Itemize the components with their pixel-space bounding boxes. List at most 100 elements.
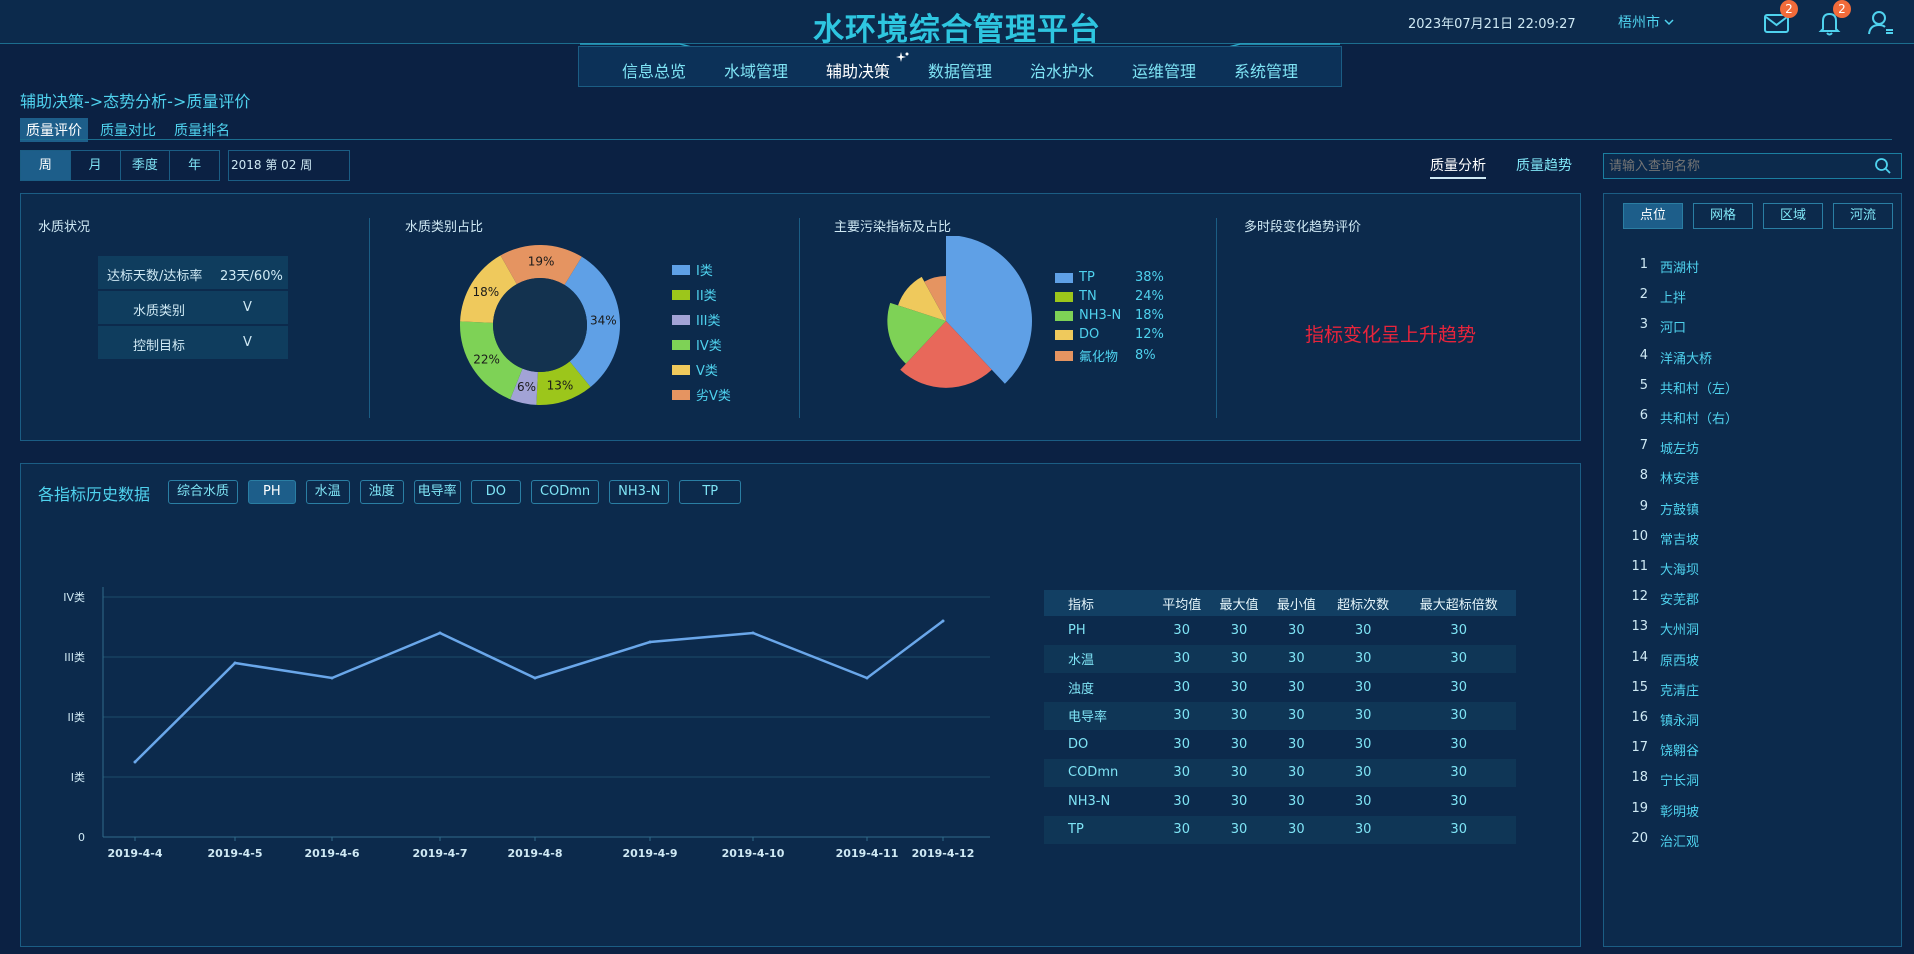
stat-value: V [243, 300, 252, 315]
site-list-item[interactable]: 14 原西坡 [1620, 650, 1699, 669]
x-tick-label: 2019-4-7 [412, 847, 467, 860]
x-tick-label: 2019-4-4 [107, 847, 162, 860]
value-cell: 30 [1173, 622, 1190, 638]
legend-item: DO 12% [1055, 327, 1164, 342]
indicator-name-cell: PH [1068, 622, 1086, 638]
value-cell: 30 [1450, 622, 1467, 638]
data-point [533, 676, 537, 680]
indicator-button-turbidity[interactable]: 浊度 [359, 480, 404, 504]
indicator-button-nh3n[interactable]: NH3-N [609, 480, 670, 504]
table-header: 最大超标倍数 [1401, 590, 1516, 616]
legend-item: NH3-N 18% [1055, 308, 1164, 323]
value-cell: 30 [1288, 736, 1305, 752]
series-line [134, 620, 944, 763]
tab-points[interactable]: 点位 [1623, 203, 1683, 229]
tab-grid[interactable]: 网格 [1693, 203, 1753, 229]
nav-decision-support[interactable]: 辅助决策 [826, 58, 890, 82]
site-list-item[interactable]: 11 大海坝 [1620, 559, 1699, 578]
stat-label: 控制目标 [133, 339, 186, 354]
user-button[interactable] [1866, 8, 1896, 38]
site-list-item[interactable]: 12 安芜郡 [1620, 589, 1699, 608]
indicator-button-do[interactable]: DO [470, 480, 521, 504]
stats-table: 指标 平均值 最大值 最小值 超标次数 最大超标倍数 PH 30 30 30 30 30 水… [1044, 590, 1516, 844]
site-list-item[interactable]: 18 宁长洞 [1620, 770, 1699, 789]
city-selector[interactable]: 梧州市 [1618, 12, 1675, 32]
site-list-item[interactable]: 9 方鼓镇 [1620, 499, 1699, 518]
legend-swatch [1055, 272, 1073, 283]
tab-river[interactable]: 河流 [1833, 203, 1893, 229]
user-icon [1868, 11, 1893, 35]
x-tick-label: 2019-4-5 [207, 847, 262, 860]
site-list-item[interactable]: 20 治汇观 [1620, 831, 1699, 850]
tab-region[interactable]: 区域 [1763, 203, 1823, 229]
site-list-item[interactable]: 2 上拌 [1620, 287, 1686, 306]
period-year-button[interactable]: 年 [170, 151, 219, 180]
indicator-button-water-temp[interactable]: 水温 [305, 480, 350, 504]
site-name: 共和村（左） [1660, 381, 1739, 397]
indicator-button-tp[interactable]: TP [679, 480, 742, 504]
nav-info-overview[interactable]: 信息总览 [622, 58, 686, 82]
site-list-item[interactable]: 17 饶翱谷 [1620, 740, 1699, 759]
site-name: 西湖村 [1660, 261, 1700, 276]
site-index: 10 [1631, 528, 1648, 544]
site-list-item[interactable]: 6 共和村（右） [1620, 408, 1738, 427]
table-row: 浊度 30 30 30 30 30 [1044, 673, 1516, 702]
search-icon[interactable] [1874, 157, 1892, 175]
site-name: 方鼓镇 [1660, 502, 1700, 518]
site-list-item[interactable]: 13 大州洞 [1620, 619, 1699, 638]
nav-operations[interactable]: 运维管理 [1132, 58, 1196, 82]
main-nav: 信息总览 水域管理 辅助决策 数据管理 治水护水 运维管理 系统管理 [578, 46, 1342, 87]
week-picker[interactable]: 2018 第 02 周 [228, 150, 350, 181]
legend-item: IV类 [672, 335, 731, 354]
value-cell: 30 [1354, 679, 1372, 695]
value-cell: 30 [1401, 815, 1516, 844]
site-list-item[interactable]: 5 共和村（左） [1620, 378, 1738, 397]
site-list-item[interactable]: 19 彰明坡 [1620, 801, 1699, 820]
site-list-item[interactable]: 10 常吉坡 [1620, 529, 1699, 548]
value-cell: 30 [1230, 679, 1248, 695]
nav-data-management[interactable]: 数据管理 [928, 58, 992, 82]
site-name: 大海坝 [1660, 563, 1700, 578]
period-month-button[interactable]: 月 [71, 151, 121, 180]
indicator-button-ph[interactable]: PH [248, 480, 296, 504]
site-name: 河口 [1660, 321, 1687, 337]
site-list-item[interactable]: 8 林安港 [1620, 468, 1699, 487]
legend-item: 氟化物 8% [1055, 346, 1164, 365]
site-list-item[interactable]: 4 洋涌大桥 [1620, 348, 1712, 367]
nav-water-area[interactable]: 水域管理 [724, 58, 788, 82]
table-header: 平均值 [1153, 590, 1211, 616]
site-name: 镇永洞 [1660, 714, 1700, 729]
search-input[interactable] [1603, 153, 1902, 179]
nav-water-governance[interactable]: 治水护水 [1030, 58, 1094, 82]
site-list-item[interactable]: 7 城左坊 [1620, 438, 1699, 457]
value-cell: 30 [1210, 815, 1268, 844]
data-point [233, 661, 237, 665]
y-tick-label: 0 [78, 831, 85, 844]
legend-value: 8% [1135, 348, 1156, 363]
table-header: 指标 [1044, 590, 1154, 616]
indicator-button-codmn[interactable]: CODmn [530, 480, 600, 504]
notification-button[interactable]: 2 [1815, 0, 1851, 38]
site-list-item[interactable]: 16 镇永洞 [1620, 710, 1699, 729]
site-list-item[interactable]: 1 西湖村 [1620, 257, 1699, 276]
value-cell: 30 [1267, 644, 1325, 673]
site-index: 14 [1631, 649, 1648, 665]
tab-quality-trend[interactable]: 质量趋势 [1516, 155, 1572, 175]
x-tick-label: 2019-4-6 [304, 847, 359, 860]
sparkle-icon [896, 52, 909, 62]
multi-period-title: 多时段变化趋势评价 [1244, 220, 1362, 235]
value-cell: 30 [1354, 793, 1372, 809]
indicator-button-conductivity[interactable]: 电导率 [413, 480, 461, 504]
pollutants-title: 主要污染指标及占比 [834, 220, 952, 235]
nav-system[interactable]: 系统管理 [1234, 58, 1298, 82]
tab-quality-analysis[interactable]: 质量分析 [1430, 155, 1486, 179]
breadcrumb: 辅助决策->态势分析->质量评价 [20, 92, 251, 111]
mail-button[interactable]: 2 [1762, 0, 1798, 38]
indicator-button-composite[interactable]: 综合水质 [168, 480, 239, 504]
indicator-name-cell: DO [1068, 736, 1089, 752]
value-cell: 30 [1288, 679, 1305, 695]
site-list-item[interactable]: 3 河口 [1620, 317, 1686, 336]
period-quarter-button[interactable]: 季度 [121, 151, 171, 180]
period-week-button[interactable]: 周 [21, 151, 71, 180]
site-list-item[interactable]: 15 克清庄 [1620, 680, 1699, 699]
